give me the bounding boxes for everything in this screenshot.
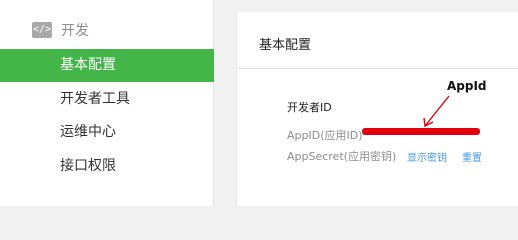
sidebar-item-dev-tools[interactable]: 开发者工具 <box>0 83 214 116</box>
annotation-arrow-icon <box>423 95 450 128</box>
code-icon: </> <box>32 22 52 38</box>
config-panel: 基本配置 开发者ID AppID(应用ID) AppSecret(应用密钥) 显… <box>236 12 518 206</box>
sidebar-item-api-permissions[interactable]: 接口权限 <box>0 150 214 183</box>
sidebar-section-dev[interactable]: </> 开发 <box>32 18 89 42</box>
sidebar-section-label: 开发 <box>61 23 89 39</box>
sidebar-item-ops-center[interactable]: 运维中心 <box>0 116 214 149</box>
sidebar: </> 开发 基本配置 开发者工具 运维中心 接口权限 <box>0 0 214 206</box>
sidebar-item-basic-config[interactable]: 基本配置 <box>0 49 214 82</box>
